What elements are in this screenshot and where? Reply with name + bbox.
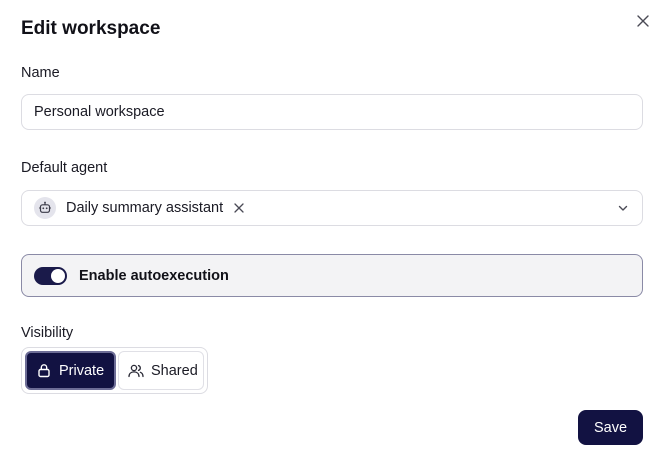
save-button[interactable]: Save xyxy=(578,410,643,445)
name-input[interactable] xyxy=(21,94,643,130)
close-button[interactable] xyxy=(633,11,653,31)
lock-icon xyxy=(36,363,52,379)
default-agent-label: Default agent xyxy=(21,160,108,176)
users-icon xyxy=(128,363,144,379)
edit-workspace-dialog: Edit workspace Name Default agent Daily … xyxy=(0,0,665,467)
visibility-label: Visibility xyxy=(21,325,74,341)
selected-agent-name: Daily summary assistant xyxy=(66,200,224,216)
private-label: Private xyxy=(59,362,105,379)
default-agent-select[interactable]: Daily summary assistant xyxy=(21,190,643,226)
autoexecution-toggle[interactable] xyxy=(34,266,67,285)
dialog-title: Edit workspace xyxy=(21,18,161,39)
close-icon xyxy=(637,15,649,27)
toggle-knob xyxy=(51,268,65,283)
autoexecution-row: Enable autoexecution xyxy=(21,254,643,297)
visibility-segmented-control: Private Shared xyxy=(21,347,208,394)
autoexecution-label: Enable autoexecution xyxy=(79,267,229,284)
robot-icon xyxy=(39,201,51,213)
chevron-down-icon xyxy=(616,201,630,215)
visibility-option-private[interactable]: Private xyxy=(25,351,116,390)
remove-agent-button[interactable] xyxy=(232,201,246,215)
visibility-option-shared[interactable]: Shared xyxy=(118,351,204,390)
close-icon xyxy=(234,203,244,213)
shared-label: Shared xyxy=(151,362,198,379)
name-label: Name xyxy=(21,65,60,81)
agent-avatar xyxy=(34,197,56,219)
